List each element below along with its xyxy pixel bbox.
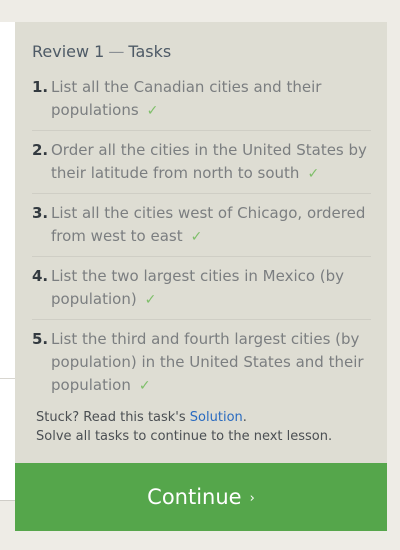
help-text: Stuck? Read this task's Solution. Solve … bbox=[36, 408, 332, 446]
task-item: 1. List all the Canadian cities and thei… bbox=[32, 76, 371, 131]
checkmark-icon: ✓ bbox=[190, 229, 203, 245]
page: Review 1— Tasks 1. List all the Canadian … bbox=[0, 0, 400, 550]
editor-pane-edge bbox=[0, 378, 15, 501]
tasks-panel: Review 1— Tasks 1. List all the Canadian … bbox=[15, 22, 387, 463]
task-item: 4. List the two largest cities in Mexico… bbox=[32, 257, 371, 320]
task-item: 2. Order all the cities in the United St… bbox=[32, 131, 371, 194]
panel-title-review: Review 1 bbox=[32, 42, 105, 61]
task-number: 3. bbox=[32, 204, 49, 222]
continue-label: Continue bbox=[147, 485, 242, 509]
task-number: 2. bbox=[32, 141, 49, 159]
task-number: 4. bbox=[32, 267, 49, 285]
continue-button[interactable]: Continue › bbox=[15, 463, 387, 531]
checkmark-icon: ✓ bbox=[144, 292, 157, 308]
stuck-prefix: Stuck? Read this task's bbox=[36, 410, 190, 425]
panel-title-separator: — bbox=[108, 42, 125, 61]
task-text: List the two largest cities in Mexico (b… bbox=[51, 267, 345, 308]
task-text: List all the Canadian cities and their p… bbox=[51, 78, 322, 119]
task-text: List the third and fourth largest cities… bbox=[51, 330, 364, 394]
content-pane-edge bbox=[0, 22, 15, 378]
checkmark-icon: ✓ bbox=[146, 103, 159, 119]
solution-link[interactable]: Solution bbox=[190, 410, 243, 425]
stuck-suffix: . bbox=[242, 410, 247, 425]
chevron-right-icon: › bbox=[249, 490, 255, 506]
task-number: 1. bbox=[32, 78, 49, 96]
panel-title: Review 1— Tasks bbox=[32, 42, 171, 61]
task-number: 5. bbox=[32, 330, 49, 348]
checkmark-icon: ✓ bbox=[307, 166, 320, 182]
panel-title-tasks: Tasks bbox=[128, 42, 172, 61]
task-item: 3. List all the cities west of Chicago, … bbox=[32, 194, 371, 257]
stuck-line: Stuck? Read this task's Solution. bbox=[36, 408, 332, 427]
checkmark-icon: ✓ bbox=[138, 378, 151, 394]
task-list: 1. List all the Canadian cities and thei… bbox=[32, 76, 371, 405]
pane-divider bbox=[0, 500, 15, 501]
task-text: Order all the cities in the United State… bbox=[51, 141, 367, 182]
task-text: List all the cities west of Chicago, ord… bbox=[51, 204, 366, 245]
continue-hint: Solve all tasks to continue to the next … bbox=[36, 429, 333, 444]
task-item: 5. List the third and fourth largest cit… bbox=[32, 320, 371, 405]
